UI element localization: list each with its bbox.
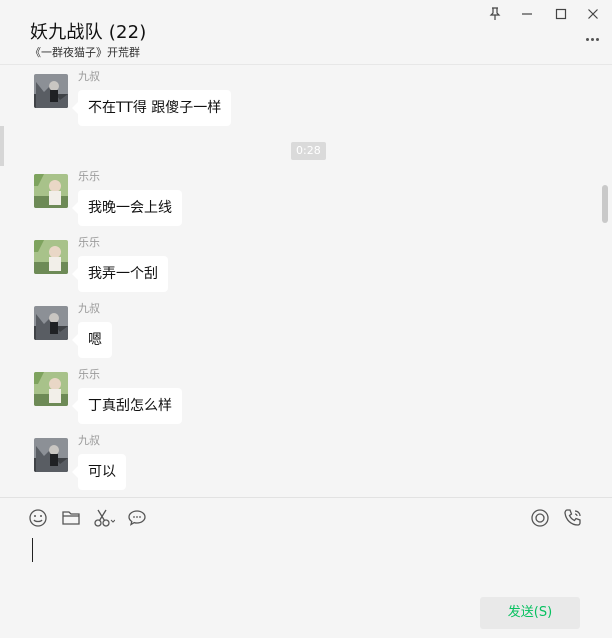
message-bubble[interactable]: 丁真刮怎么样 [72,388,182,424]
message-bubble[interactable]: 可以 [72,454,126,490]
message-list[interactable]: 九叔 不在TT得 跟傻子一样 0:28 乐乐 我晚一会上线 乐乐 我弄一个刮 九… [0,65,612,497]
chat-header: 妖九战队 (22) 《一群夜猫子》开荒群 [0,0,612,65]
maximize-icon[interactable] [548,4,574,24]
live-icon[interactable] [529,507,551,529]
chat-bubble-icon[interactable] [126,507,148,529]
send-button[interactable]: 发送(S) [480,597,580,629]
call-icon[interactable] [562,507,584,529]
sender-name: 九叔 [78,434,100,447]
scrollbar-thumb[interactable] [602,185,608,223]
avatar[interactable] [34,174,68,208]
avatar[interactable] [34,74,68,108]
sender-name: 九叔 [78,70,100,83]
chat-title[interactable]: 妖九战队 (22) [30,18,146,44]
sender-name: 乐乐 [78,368,100,381]
sender-name: 乐乐 [78,170,100,183]
message-bubble[interactable]: 我弄一个刮 [72,256,168,292]
message-bubble[interactable]: 我晚一会上线 [72,190,182,226]
more-icon[interactable] [582,32,602,46]
emoji-icon[interactable] [27,507,49,529]
sender-name: 乐乐 [78,236,100,249]
avatar[interactable] [34,438,68,472]
avatar[interactable] [34,240,68,274]
time-divider: 0:28 [291,142,326,160]
minimize-icon[interactable] [514,4,540,24]
message-input[interactable] [24,534,588,590]
message-bubble[interactable]: 不在TT得 跟傻子一样 [71,90,232,126]
chat-subtitle: 《一群夜猫子》开荒群 [30,46,140,59]
close-icon[interactable] [580,4,606,24]
pin-icon[interactable] [482,4,508,24]
chat-window: 妖九战队 (22) 《一群夜猫子》开荒群 九叔 不在TT得 跟傻子一样 0:28… [0,0,612,638]
sender-name: 九叔 [78,302,100,315]
message-bubble[interactable]: 嗯 [72,322,112,358]
avatar[interactable] [34,372,68,406]
composer-divider [0,497,612,498]
folder-icon[interactable] [60,507,82,529]
scissors-icon[interactable] [93,507,115,529]
avatar[interactable] [34,306,68,340]
